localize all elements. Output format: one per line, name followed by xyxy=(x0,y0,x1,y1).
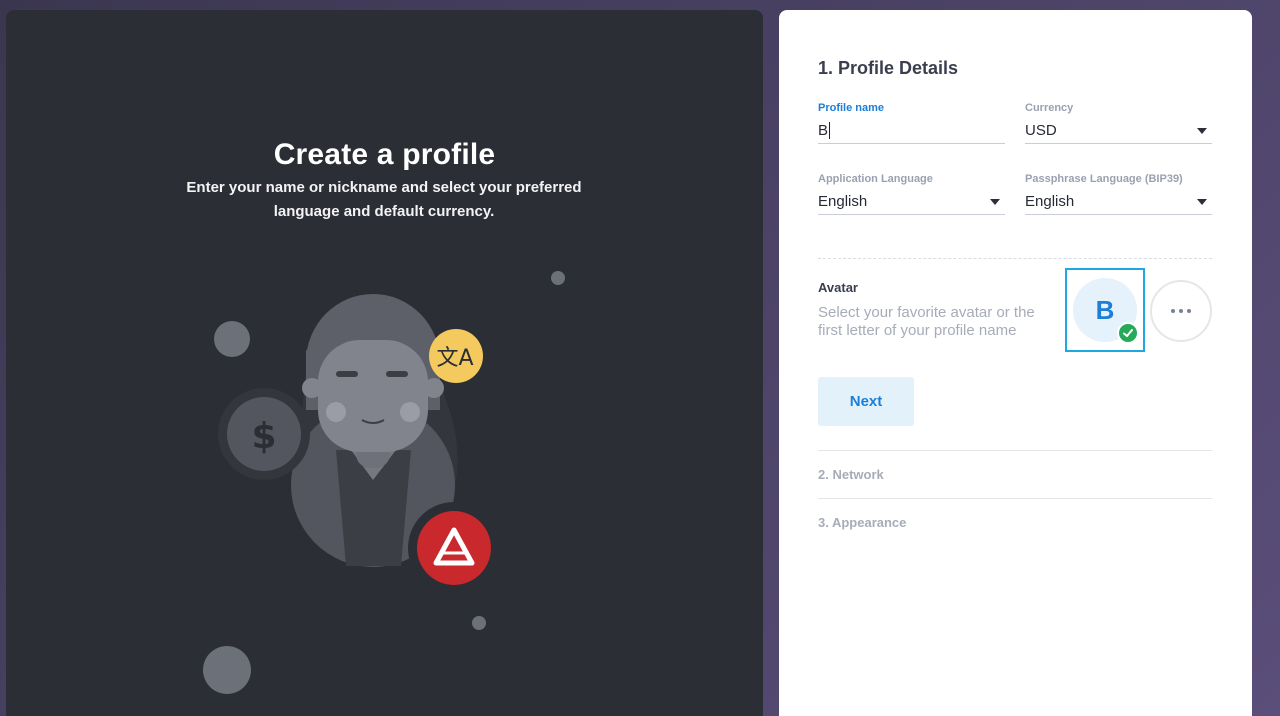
intro-panel: $ 文A Create a profile Enter your name or… xyxy=(6,10,763,716)
passphrase-language-label: Passphrase Language (BIP39) xyxy=(1025,173,1183,185)
avatar-title: Avatar xyxy=(818,280,858,295)
app-language-value: English xyxy=(818,193,868,210)
app-language-select[interactable]: Application Language English xyxy=(818,173,1005,215)
profile-name-label: Profile name xyxy=(818,102,885,114)
next-button[interactable]: Next xyxy=(818,377,914,426)
passphrase-language-select[interactable]: Passphrase Language (BIP39) English xyxy=(1025,173,1212,215)
profile-form-panel: 1. Profile Details Profile name B Curren… xyxy=(779,10,1252,716)
decor-dot xyxy=(203,646,251,694)
divider xyxy=(818,498,1212,499)
divider xyxy=(818,450,1212,451)
ark-logo-icon xyxy=(408,502,500,594)
currency-select[interactable]: Currency USD xyxy=(1025,102,1212,144)
currency-label: Currency xyxy=(1025,102,1074,114)
translate-icon: 文A xyxy=(429,329,483,383)
more-icon xyxy=(1171,309,1175,313)
chevron-down-icon xyxy=(990,198,1000,205)
divider xyxy=(818,258,1212,259)
currency-dropdown[interactable]: USD xyxy=(1025,116,1212,144)
step-network[interactable]: 2. Network xyxy=(818,467,884,482)
decor-dot xyxy=(551,271,565,285)
passphrase-language-dropdown[interactable]: English xyxy=(1025,187,1212,215)
profile-name-field[interactable]: Profile name B xyxy=(818,102,1005,144)
decor-dot xyxy=(214,321,250,357)
app-language-label: Application Language xyxy=(818,173,933,185)
step-appearance[interactable]: 3. Appearance xyxy=(818,515,906,530)
svg-text:文A: 文A xyxy=(436,346,473,371)
profile-name-value: B xyxy=(818,121,829,139)
passphrase-language-value: English xyxy=(1025,193,1075,210)
chevron-down-icon xyxy=(1197,127,1207,134)
profile-illustration: $ 文A xyxy=(203,271,565,694)
decor-dot xyxy=(472,616,486,630)
more-avatars-button[interactable] xyxy=(1150,280,1212,342)
currency-value: USD xyxy=(1025,122,1057,139)
check-icon xyxy=(1117,322,1139,344)
avatar-description: Select your favorite avatar or the first… xyxy=(818,304,1035,339)
avatar: B xyxy=(1073,278,1139,344)
avatar-letter-option[interactable]: B xyxy=(1065,268,1145,352)
step-title: 1. Profile Details xyxy=(818,58,959,78)
more-icon-dot xyxy=(1179,309,1183,313)
text-cursor xyxy=(829,122,831,140)
app-language-dropdown[interactable]: English xyxy=(818,187,1005,215)
profile-name-input[interactable]: B xyxy=(818,116,1005,144)
intro-description: Enter your name or nickname and select y… xyxy=(186,179,582,220)
svg-text:$: $ xyxy=(251,416,276,457)
avatar-letter: B xyxy=(1095,294,1115,325)
dollar-icon: $ xyxy=(218,388,310,480)
chevron-down-icon xyxy=(1197,198,1207,205)
more-icon-dot xyxy=(1187,309,1191,313)
intro-title: Create a profile xyxy=(273,138,496,171)
